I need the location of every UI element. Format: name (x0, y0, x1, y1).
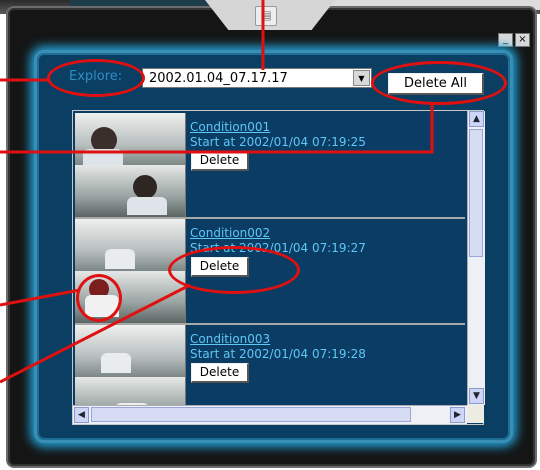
annotation-lines (0, 0, 434, 384)
